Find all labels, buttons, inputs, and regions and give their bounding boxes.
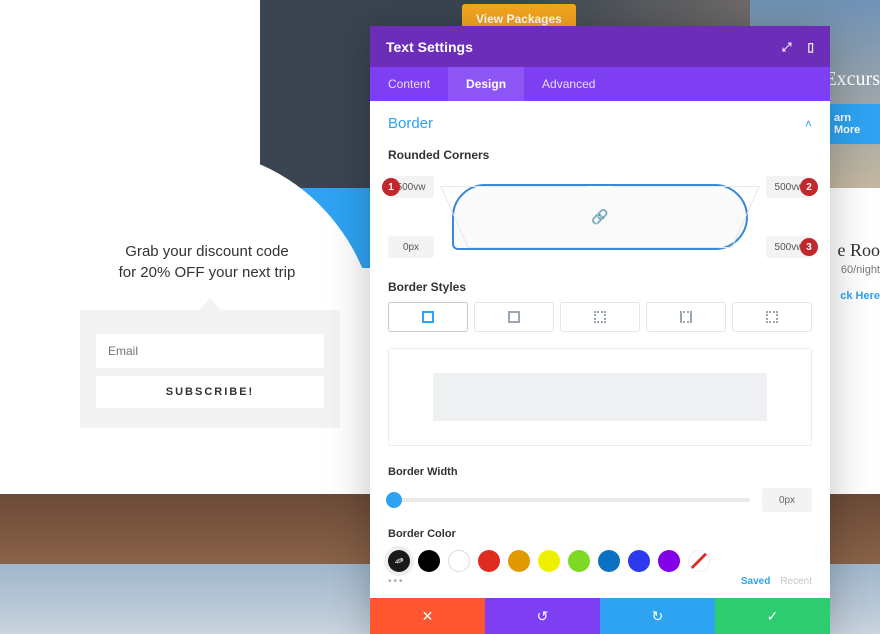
discount-line2: for 20% OFF your next trip bbox=[119, 264, 296, 281]
section-title: Border bbox=[388, 115, 433, 132]
discount-line1: Grab your discount code bbox=[125, 243, 288, 260]
signup-form: SUBSCRIBE! bbox=[80, 310, 340, 428]
border-width-slider[interactable] bbox=[388, 498, 750, 502]
rounded-corners-label: Rounded Corners bbox=[370, 140, 830, 170]
layout-icon[interactable]: ▯ bbox=[807, 40, 814, 54]
click-here-link[interactable]: ck Here bbox=[840, 290, 880, 302]
swatch-blue[interactable] bbox=[628, 550, 650, 572]
border-styles-row bbox=[370, 302, 830, 342]
square-dot-icon2 bbox=[766, 311, 778, 323]
excursion-title: Excurs bbox=[824, 68, 880, 91]
cancel-button[interactable]: ✕ bbox=[370, 598, 485, 634]
tab-advanced[interactable]: Advanced bbox=[524, 67, 613, 101]
border-styles-label: Border Styles bbox=[370, 272, 830, 302]
corner-bottom-left-input[interactable]: 0px bbox=[388, 236, 434, 258]
swatch-yellow[interactable] bbox=[538, 550, 560, 572]
expand-icon[interactable]: ⤢ bbox=[782, 40, 792, 55]
chevron-up-icon: ˄ bbox=[805, 117, 812, 131]
panel-footer: ✕ ↺ ↻ ✓ bbox=[370, 598, 830, 634]
border-preview-box bbox=[388, 348, 812, 446]
square-solid-icon bbox=[422, 311, 434, 323]
slider-knob[interactable] bbox=[386, 492, 402, 508]
undo-button[interactable]: ↺ bbox=[485, 598, 600, 634]
swatch-white[interactable] bbox=[448, 550, 470, 572]
color-picker-swatch[interactable] bbox=[388, 550, 410, 572]
redo-button[interactable]: ↻ bbox=[600, 598, 715, 634]
swatch-orange[interactable] bbox=[508, 550, 530, 572]
room-price: 60/night bbox=[841, 264, 880, 276]
link-values-icon[interactable]: 🔗 bbox=[591, 209, 608, 226]
saved-colors-tab[interactable]: Saved bbox=[741, 576, 770, 587]
border-color-label: Border Color bbox=[370, 522, 830, 546]
section-header-border[interactable]: Border ˄ bbox=[370, 101, 830, 140]
square-dot-icon bbox=[594, 311, 606, 323]
tab-design[interactable]: Design bbox=[448, 67, 524, 101]
discount-heading: Grab your discount code for 20% OFF your… bbox=[82, 242, 332, 283]
panel-title: Text Settings bbox=[386, 39, 473, 55]
save-button[interactable]: ✓ bbox=[715, 598, 830, 634]
tab-content[interactable]: Content bbox=[370, 67, 448, 101]
callout-badge-2: 2 bbox=[800, 178, 818, 196]
swatch-green[interactable] bbox=[568, 550, 590, 572]
swatch-black[interactable] bbox=[418, 550, 440, 572]
border-style-bottom[interactable] bbox=[646, 302, 726, 332]
square-dash-icon bbox=[508, 311, 520, 323]
email-field[interactable] bbox=[96, 334, 324, 368]
recent-colors-tab[interactable]: Recent bbox=[780, 576, 812, 587]
square-mix-icon bbox=[680, 311, 692, 323]
color-meta-row: ••• Saved Recent bbox=[370, 574, 830, 595]
callout-badge-1: 1 bbox=[382, 178, 400, 196]
learn-more-button[interactable]: arn More bbox=[830, 104, 880, 144]
border-width-row: 0px bbox=[370, 484, 830, 522]
callout-badge-3: 3 bbox=[800, 238, 818, 256]
swatch-purple[interactable] bbox=[658, 550, 680, 572]
rounded-corners-control: 1 2 3 500vw 500vw 0px 500vw 🔗 bbox=[388, 176, 812, 258]
panel-body: Border ˄ Rounded Corners 1 2 3 500vw 500… bbox=[370, 101, 830, 598]
color-swatches-row bbox=[370, 546, 830, 574]
settings-panel: Text Settings ⤢ ▯ Content Design Advance… bbox=[370, 26, 830, 634]
border-preview-inner bbox=[433, 373, 767, 421]
subscribe-button[interactable]: SUBSCRIBE! bbox=[96, 376, 324, 408]
border-style-right[interactable] bbox=[560, 302, 640, 332]
panel-tabs: Content Design Advanced bbox=[370, 67, 830, 101]
border-style-left[interactable] bbox=[732, 302, 812, 332]
swatch-none[interactable] bbox=[688, 550, 710, 572]
border-width-label: Border Width bbox=[370, 460, 830, 484]
border-style-all[interactable] bbox=[388, 302, 468, 332]
room-title: e Roo bbox=[838, 240, 880, 261]
border-style-top[interactable] bbox=[474, 302, 554, 332]
border-width-value[interactable]: 0px bbox=[762, 488, 812, 512]
panel-header: Text Settings ⤢ ▯ Content Design Advance… bbox=[370, 26, 830, 101]
more-colors-icon[interactable]: ••• bbox=[388, 576, 405, 587]
corner-preview-shape: 🔗 bbox=[452, 184, 748, 250]
swatch-red[interactable] bbox=[478, 550, 500, 572]
swatch-teal[interactable] bbox=[598, 550, 620, 572]
